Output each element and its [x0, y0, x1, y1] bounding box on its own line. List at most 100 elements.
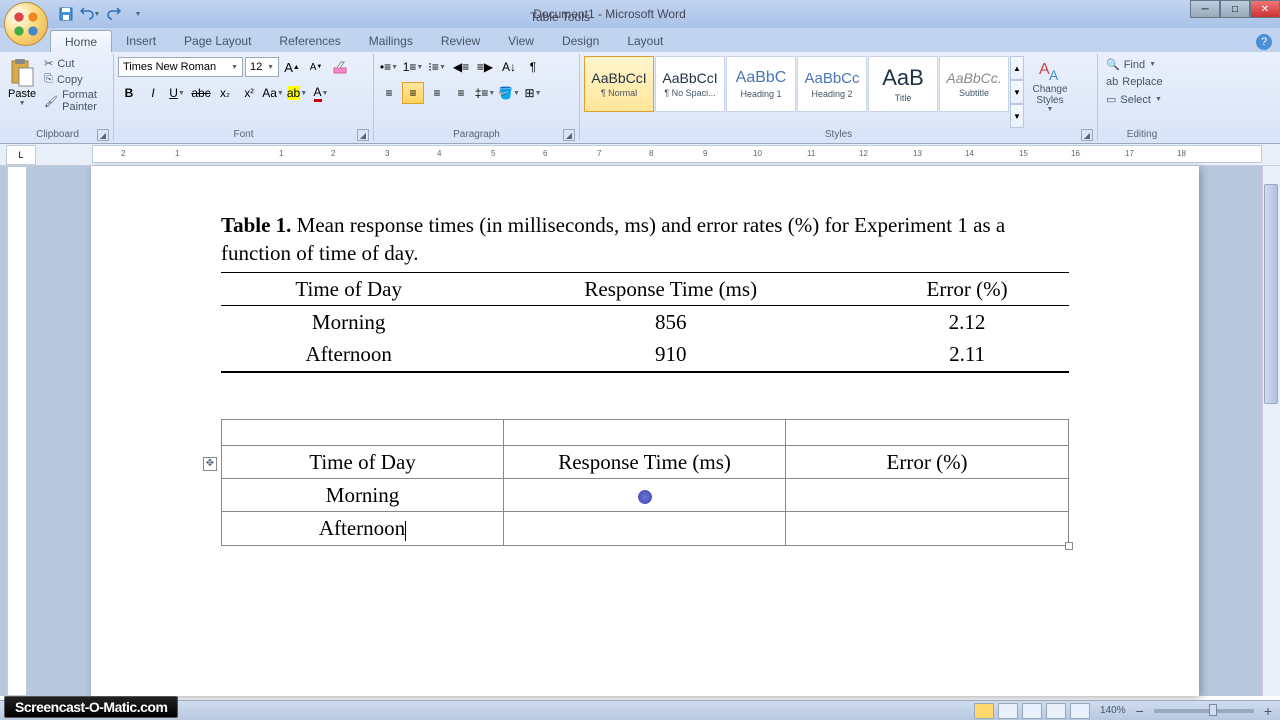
shading-button[interactable]: 🪣▼ — [498, 82, 520, 104]
redo-icon[interactable] — [103, 3, 125, 25]
tab-view[interactable]: View — [494, 30, 548, 52]
tab-references[interactable]: References — [265, 30, 354, 52]
help-icon[interactable]: ? — [1256, 34, 1272, 50]
font-name-select[interactable]: Times New Roman▼ — [118, 57, 243, 77]
zoom-level[interactable]: 140% — [1100, 705, 1126, 716]
superscript-button[interactable]: x² — [238, 82, 260, 104]
increase-indent-button[interactable]: ≡▶ — [474, 56, 496, 78]
draft-view[interactable] — [1070, 703, 1090, 719]
table2-cell[interactable]: Morning — [222, 479, 504, 512]
zoom-out-button[interactable]: − — [1136, 703, 1144, 719]
table2-cell[interactable] — [786, 479, 1069, 512]
paste-button[interactable]: Paste ▼ — [6, 56, 38, 128]
text-cursor — [405, 516, 406, 540]
style-subtitle[interactable]: AaBbCc.Subtitle — [939, 56, 1009, 112]
numbering-button[interactable]: 1≡▼ — [402, 56, 424, 78]
tab-review[interactable]: Review — [427, 30, 494, 52]
clipboard-launcher[interactable]: ◢ — [97, 129, 109, 141]
table2-cell[interactable] — [504, 512, 786, 545]
styles-scroll-up[interactable]: ▲ — [1010, 56, 1024, 80]
zoom-slider[interactable] — [1154, 709, 1254, 713]
find-button[interactable]: 🔍Find ▼ — [1102, 56, 1182, 73]
style-no-spacing[interactable]: AaBbCcI¶ No Spaci... — [655, 56, 725, 112]
minimize-button[interactable]: ─ — [1190, 0, 1220, 18]
print-layout-view[interactable] — [974, 703, 994, 719]
align-right-button[interactable]: ≡ — [426, 82, 448, 104]
styles-scroll-down[interactable]: ▼ — [1010, 80, 1024, 104]
table2-cell-with-cursor[interactable] — [504, 479, 786, 512]
multilevel-list-button[interactable]: ⁝≡▼ — [426, 56, 448, 78]
table2-cell[interactable]: Afternoon — [222, 512, 504, 545]
close-button[interactable]: ✕ — [1250, 0, 1280, 18]
line-spacing-button[interactable]: ‡≡▼ — [474, 82, 496, 104]
table2-cell[interactable] — [786, 512, 1069, 545]
editing-table[interactable]: Time of Day Response Time (ms) Error (%)… — [221, 419, 1069, 546]
vertical-ruler[interactable] — [7, 166, 27, 696]
document-page[interactable]: Table 1. Mean response times (in millise… — [91, 166, 1199, 696]
undo-icon[interactable]: ▼ — [79, 3, 101, 25]
table2-cell[interactable]: Time of Day — [222, 445, 504, 478]
cut-button[interactable]: ✂Cut — [40, 56, 109, 71]
paragraph-launcher[interactable]: ◢ — [563, 129, 575, 141]
change-styles-button[interactable]: AA Change Styles▼ — [1026, 56, 1074, 128]
tab-home[interactable]: Home — [50, 30, 112, 52]
outline-view[interactable] — [1046, 703, 1066, 719]
tab-insert[interactable]: Insert — [112, 30, 170, 52]
font-size-select[interactable]: 12▼ — [245, 57, 279, 77]
select-button[interactable]: ▭Select ▼ — [1102, 91, 1182, 108]
web-layout-view[interactable] — [1022, 703, 1042, 719]
style-normal[interactable]: AaBbCcI¶ Normal — [584, 56, 654, 112]
tab-design[interactable]: Design — [548, 30, 613, 52]
table2-cell[interactable] — [504, 419, 786, 445]
underline-button[interactable]: U ▼ — [166, 82, 188, 104]
font-launcher[interactable]: ◢ — [357, 129, 369, 141]
subscript-button[interactable]: x₂ — [214, 82, 236, 104]
strikethrough-button[interactable]: abc — [190, 82, 212, 104]
styles-launcher[interactable]: ◢ — [1081, 129, 1093, 141]
tab-selector[interactable]: L — [6, 145, 36, 165]
highlight-button[interactable]: ab▼ — [286, 82, 308, 104]
table2-cell[interactable] — [786, 419, 1069, 445]
full-screen-view[interactable] — [998, 703, 1018, 719]
save-icon[interactable] — [55, 3, 77, 25]
align-left-button[interactable]: ≡ — [378, 82, 400, 104]
zoom-in-button[interactable]: + — [1264, 703, 1272, 719]
table2-cell[interactable]: Response Time (ms) — [504, 445, 786, 478]
vertical-scrollbar[interactable] — [1262, 166, 1280, 696]
change-case-button[interactable]: Aa▼ — [262, 82, 284, 104]
table-move-handle[interactable]: ✥ — [203, 457, 217, 471]
sort-button[interactable]: A↓ — [498, 56, 520, 78]
borders-button[interactable]: ⊞▼ — [522, 82, 544, 104]
grow-font-button[interactable]: A▲ — [281, 56, 303, 78]
bullets-button[interactable]: •≡▼ — [378, 56, 400, 78]
scrollbar-thumb[interactable] — [1264, 184, 1278, 404]
tab-layout[interactable]: Layout — [613, 30, 677, 52]
align-center-button[interactable]: ≡ — [402, 82, 424, 104]
table2-cell[interactable]: Error (%) — [786, 445, 1069, 478]
tab-page-layout[interactable]: Page Layout — [170, 30, 265, 52]
shrink-font-button[interactable]: A▼ — [305, 56, 327, 78]
table2-cell[interactable] — [222, 419, 504, 445]
horizontal-ruler[interactable]: 21123456789101112131415161718 — [92, 145, 1262, 163]
tab-mailings[interactable]: Mailings — [355, 30, 427, 52]
clear-formatting-button[interactable] — [329, 56, 351, 78]
copy-button[interactable]: ⎘Copy — [40, 72, 109, 87]
maximize-button[interactable]: □ — [1220, 0, 1250, 18]
qat-customize-icon[interactable]: ▼ — [127, 3, 149, 25]
italic-button[interactable]: I — [142, 82, 164, 104]
format-painter-button[interactable]: 🖌Format Painter — [40, 88, 109, 114]
show-marks-button[interactable]: ¶ — [522, 56, 544, 78]
bold-button[interactable]: B — [118, 82, 140, 104]
style-heading2[interactable]: AaBbCcHeading 2 — [797, 56, 867, 112]
office-button[interactable] — [4, 2, 48, 46]
style-heading1[interactable]: AaBbCHeading 1 — [726, 56, 796, 112]
font-color-button[interactable]: A▼ — [310, 82, 332, 104]
replace-button[interactable]: abReplace — [1102, 74, 1182, 90]
style-title[interactable]: AaBTitle — [868, 56, 938, 112]
justify-button[interactable]: ≡ — [450, 82, 472, 104]
svg-text:A: A — [1049, 67, 1059, 83]
decrease-indent-button[interactable]: ◀≡ — [450, 56, 472, 78]
zoom-slider-thumb[interactable] — [1209, 704, 1217, 716]
table-resize-handle[interactable] — [1065, 542, 1073, 550]
styles-expand[interactable]: ▼ — [1010, 104, 1024, 128]
